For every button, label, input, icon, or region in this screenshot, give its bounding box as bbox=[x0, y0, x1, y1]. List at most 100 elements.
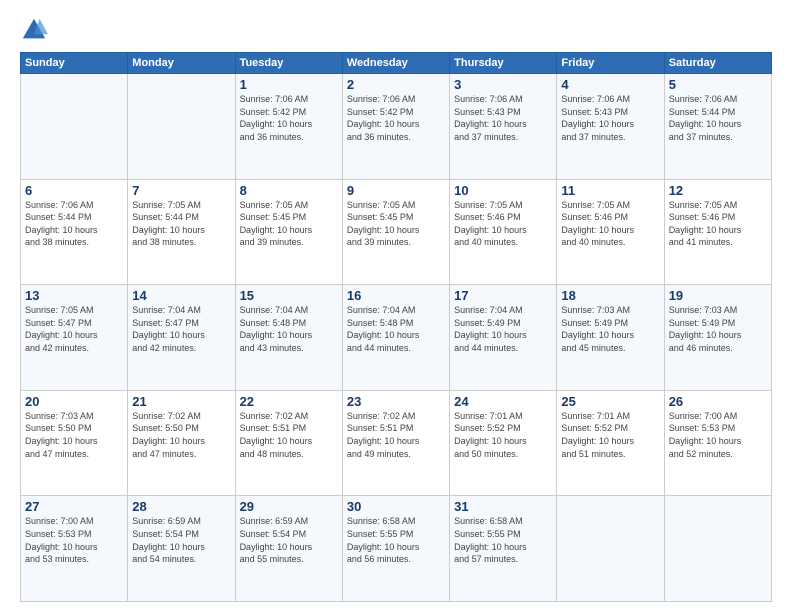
day-number: 20 bbox=[25, 394, 123, 409]
day-number: 30 bbox=[347, 499, 445, 514]
day-number: 3 bbox=[454, 77, 552, 92]
page: SundayMondayTuesdayWednesdayThursdayFrid… bbox=[0, 0, 792, 612]
calendar-cell: 8Sunrise: 7:05 AM Sunset: 5:45 PM Daylig… bbox=[235, 179, 342, 285]
calendar-cell: 16Sunrise: 7:04 AM Sunset: 5:48 PM Dayli… bbox=[342, 285, 449, 391]
day-info: Sunrise: 7:06 AM Sunset: 5:43 PM Dayligh… bbox=[454, 93, 552, 143]
calendar-cell: 27Sunrise: 7:00 AM Sunset: 5:53 PM Dayli… bbox=[21, 496, 128, 602]
day-number: 22 bbox=[240, 394, 338, 409]
calendar-cell: 25Sunrise: 7:01 AM Sunset: 5:52 PM Dayli… bbox=[557, 390, 664, 496]
week-row-3: 13Sunrise: 7:05 AM Sunset: 5:47 PM Dayli… bbox=[21, 285, 772, 391]
calendar-cell: 15Sunrise: 7:04 AM Sunset: 5:48 PM Dayli… bbox=[235, 285, 342, 391]
day-info: Sunrise: 7:02 AM Sunset: 5:50 PM Dayligh… bbox=[132, 410, 230, 460]
calendar-cell: 28Sunrise: 6:59 AM Sunset: 5:54 PM Dayli… bbox=[128, 496, 235, 602]
calendar-cell: 2Sunrise: 7:06 AM Sunset: 5:42 PM Daylig… bbox=[342, 74, 449, 180]
calendar-cell: 24Sunrise: 7:01 AM Sunset: 5:52 PM Dayli… bbox=[450, 390, 557, 496]
weekday-wednesday: Wednesday bbox=[342, 53, 449, 74]
day-number: 26 bbox=[669, 394, 767, 409]
week-row-1: 1 Sunrise: 7:06 AM Sunset: 5:42 PM Daylig… bbox=[21, 74, 772, 180]
day-info: Sunrise: 7:05 AM Sunset: 5:46 PM Dayligh… bbox=[561, 199, 659, 249]
day-info: Sunrise: 7:05 AM Sunset: 5:47 PM Dayligh… bbox=[25, 304, 123, 354]
weekday-monday: Monday bbox=[128, 53, 235, 74]
calendar-cell: 19Sunrise: 7:03 AM Sunset: 5:49 PM Dayli… bbox=[664, 285, 771, 391]
calendar-cell: 7Sunrise: 7:05 AM Sunset: 5:44 PM Daylig… bbox=[128, 179, 235, 285]
week-row-4: 20Sunrise: 7:03 AM Sunset: 5:50 PM Dayli… bbox=[21, 390, 772, 496]
day-number: 18 bbox=[561, 288, 659, 303]
day-info: Sunrise: 6:59 AM Sunset: 5:54 PM Dayligh… bbox=[240, 515, 338, 565]
day-number: 15 bbox=[240, 288, 338, 303]
day-number: 10 bbox=[454, 183, 552, 198]
calendar-cell: 11Sunrise: 7:05 AM Sunset: 5:46 PM Dayli… bbox=[557, 179, 664, 285]
calendar-cell: 10Sunrise: 7:05 AM Sunset: 5:46 PM Dayli… bbox=[450, 179, 557, 285]
header bbox=[20, 16, 772, 44]
day-info: Sunrise: 7:05 AM Sunset: 5:45 PM Dayligh… bbox=[240, 199, 338, 249]
weekday-header-row: SundayMondayTuesdayWednesdayThursdayFrid… bbox=[21, 53, 772, 74]
day-info: Sunrise: 6:59 AM Sunset: 5:54 PM Dayligh… bbox=[132, 515, 230, 565]
calendar-cell bbox=[557, 496, 664, 602]
weekday-thursday: Thursday bbox=[450, 53, 557, 74]
calendar-cell: 13Sunrise: 7:05 AM Sunset: 5:47 PM Dayli… bbox=[21, 285, 128, 391]
day-number: 31 bbox=[454, 499, 552, 514]
day-info: Sunrise: 7:02 AM Sunset: 5:51 PM Dayligh… bbox=[240, 410, 338, 460]
calendar-cell: 9Sunrise: 7:05 AM Sunset: 5:45 PM Daylig… bbox=[342, 179, 449, 285]
calendar-cell bbox=[664, 496, 771, 602]
day-info: Sunrise: 7:06 AM Sunset: 5:43 PM Dayligh… bbox=[561, 93, 659, 143]
day-info: Sunrise: 7:06 AM Sunset: 5:44 PM Dayligh… bbox=[669, 93, 767, 143]
weekday-sunday: Sunday bbox=[21, 53, 128, 74]
day-info: Sunrise: 6:58 AM Sunset: 5:55 PM Dayligh… bbox=[454, 515, 552, 565]
day-info: Sunrise: 7:06 AM Sunset: 5:42 PM Dayligh… bbox=[347, 93, 445, 143]
calendar-cell: 30Sunrise: 6:58 AM Sunset: 5:55 PM Dayli… bbox=[342, 496, 449, 602]
day-number: 21 bbox=[132, 394, 230, 409]
week-row-2: 6Sunrise: 7:06 AM Sunset: 5:44 PM Daylig… bbox=[21, 179, 772, 285]
day-number: 6 bbox=[25, 183, 123, 198]
day-info: Sunrise: 7:02 AM Sunset: 5:51 PM Dayligh… bbox=[347, 410, 445, 460]
day-info: Sunrise: 7:00 AM Sunset: 5:53 PM Dayligh… bbox=[669, 410, 767, 460]
day-info: Sunrise: 7:05 AM Sunset: 5:44 PM Dayligh… bbox=[132, 199, 230, 249]
day-number: 1 bbox=[240, 77, 338, 92]
calendar-cell: 3Sunrise: 7:06 AM Sunset: 5:43 PM Daylig… bbox=[450, 74, 557, 180]
day-info: Sunrise: 7:03 AM Sunset: 5:49 PM Dayligh… bbox=[561, 304, 659, 354]
day-info: Sunrise: 7:05 AM Sunset: 5:45 PM Dayligh… bbox=[347, 199, 445, 249]
weekday-friday: Friday bbox=[557, 53, 664, 74]
calendar-cell bbox=[128, 74, 235, 180]
day-number: 7 bbox=[132, 183, 230, 198]
calendar-cell: 29Sunrise: 6:59 AM Sunset: 5:54 PM Dayli… bbox=[235, 496, 342, 602]
calendar-cell: 6Sunrise: 7:06 AM Sunset: 5:44 PM Daylig… bbox=[21, 179, 128, 285]
day-number: 17 bbox=[454, 288, 552, 303]
day-info: Sunrise: 7:05 AM Sunset: 5:46 PM Dayligh… bbox=[454, 199, 552, 249]
day-info: Sunrise: 6:58 AM Sunset: 5:55 PM Dayligh… bbox=[347, 515, 445, 565]
calendar-cell: 12Sunrise: 7:05 AM Sunset: 5:46 PM Dayli… bbox=[664, 179, 771, 285]
calendar-cell bbox=[21, 74, 128, 180]
day-info: Sunrise: 7:04 AM Sunset: 5:47 PM Dayligh… bbox=[132, 304, 230, 354]
calendar-cell: 20Sunrise: 7:03 AM Sunset: 5:50 PM Dayli… bbox=[21, 390, 128, 496]
calendar-cell: 17Sunrise: 7:04 AM Sunset: 5:49 PM Dayli… bbox=[450, 285, 557, 391]
day-info: Sunrise: 7:03 AM Sunset: 5:49 PM Dayligh… bbox=[669, 304, 767, 354]
calendar-cell: 18Sunrise: 7:03 AM Sunset: 5:49 PM Dayli… bbox=[557, 285, 664, 391]
day-number: 9 bbox=[347, 183, 445, 198]
day-info: Sunrise: 7:05 AM Sunset: 5:46 PM Dayligh… bbox=[669, 199, 767, 249]
day-info: Sunrise: 7:04 AM Sunset: 5:49 PM Dayligh… bbox=[454, 304, 552, 354]
day-number: 8 bbox=[240, 183, 338, 198]
calendar-cell: 31Sunrise: 6:58 AM Sunset: 5:55 PM Dayli… bbox=[450, 496, 557, 602]
weekday-saturday: Saturday bbox=[664, 53, 771, 74]
day-number: 5 bbox=[669, 77, 767, 92]
day-info: Sunrise: 7:06 AM Sunset: 5:44 PM Dayligh… bbox=[25, 199, 123, 249]
week-row-5: 27Sunrise: 7:00 AM Sunset: 5:53 PM Dayli… bbox=[21, 496, 772, 602]
calendar-cell: 21Sunrise: 7:02 AM Sunset: 5:50 PM Dayli… bbox=[128, 390, 235, 496]
logo bbox=[20, 16, 52, 44]
day-info: Sunrise: 7:01 AM Sunset: 5:52 PM Dayligh… bbox=[561, 410, 659, 460]
day-number: 28 bbox=[132, 499, 230, 514]
day-number: 11 bbox=[561, 183, 659, 198]
logo-icon bbox=[20, 16, 48, 44]
day-number: 29 bbox=[240, 499, 338, 514]
calendar-cell: 23Sunrise: 7:02 AM Sunset: 5:51 PM Dayli… bbox=[342, 390, 449, 496]
day-number: 16 bbox=[347, 288, 445, 303]
calendar-cell: 1Sunrise: 7:06 AM Sunset: 5:42 PM Daylig… bbox=[235, 74, 342, 180]
day-number: 12 bbox=[669, 183, 767, 198]
weekday-tuesday: Tuesday bbox=[235, 53, 342, 74]
calendar-cell: 22Sunrise: 7:02 AM Sunset: 5:51 PM Dayli… bbox=[235, 390, 342, 496]
day-number: 4 bbox=[561, 77, 659, 92]
day-info: Sunrise: 7:00 AM Sunset: 5:53 PM Dayligh… bbox=[25, 515, 123, 565]
day-number: 27 bbox=[25, 499, 123, 514]
day-number: 25 bbox=[561, 394, 659, 409]
calendar-cell: 14Sunrise: 7:04 AM Sunset: 5:47 PM Dayli… bbox=[128, 285, 235, 391]
